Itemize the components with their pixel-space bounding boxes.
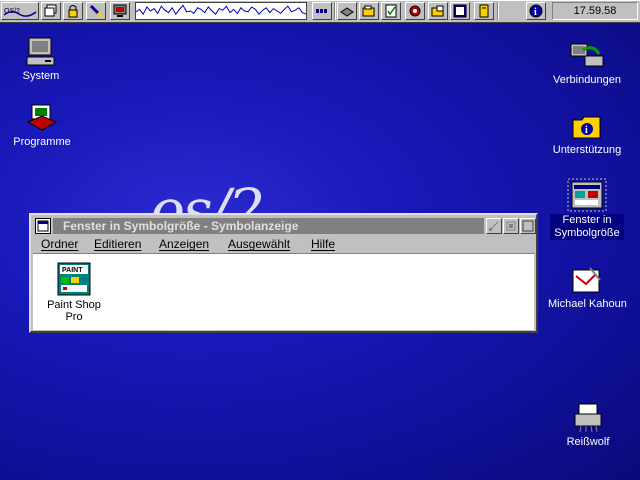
- desktop-icon-verbindungen[interactable]: Verbindungen: [552, 40, 622, 87]
- program-icon-label: Paint Shop Pro: [47, 299, 101, 323]
- menu-bar: Ordner Editieren Anzeigen Ausgewählt Hil…: [33, 236, 534, 253]
- cpu-load-graph: [135, 2, 307, 20]
- os2-logo-button[interactable]: OS/2: [1, 2, 39, 20]
- desktop-icon-system[interactable]: System: [14, 36, 68, 83]
- desktop-icon-label: Programme: [13, 136, 71, 148]
- find-button[interactable]: [86, 2, 106, 20]
- folder-icon: [362, 5, 375, 17]
- desktop-icon-reisswolf[interactable]: Reißwolf: [560, 402, 616, 449]
- help-folder-icon: i: [572, 116, 601, 139]
- documents-button[interactable]: [381, 2, 401, 20]
- window-title: Fenster in Symbolgröße - Symbolanzeige: [53, 218, 484, 234]
- desktop-icon-label-line2: Symbolgröße: [550, 227, 624, 240]
- program-icon-paint-shop-pro[interactable]: PAINT Paint Shop Pro: [39, 262, 109, 323]
- cpu-load-line: [135, 4, 307, 16]
- paint-shop-pro-icon: PAINT: [57, 262, 91, 296]
- program-list-button[interactable]: [450, 2, 470, 20]
- system-menu-button[interactable]: [35, 218, 51, 234]
- desktop-icon-label: Fenster in: [550, 214, 624, 227]
- tray-icon: [316, 9, 327, 13]
- window-icon: [37, 220, 49, 232]
- minimized-window-folder-icon: [567, 178, 607, 212]
- drives-button[interactable]: [337, 2, 357, 20]
- folder-content-area: PAINT Paint Shop Pro: [33, 253, 534, 330]
- menu-anzeigen[interactable]: Anzeigen: [159, 237, 209, 251]
- clock: 17.59.58: [552, 2, 638, 20]
- title-bar[interactable]: Fenster in Symbolgröße - Symbolanzeige: [33, 217, 536, 235]
- desktop-icon-label: Reißwolf: [566, 436, 610, 448]
- window-list-button[interactable]: [41, 2, 61, 20]
- shredder-icon: [574, 403, 602, 433]
- tools-button[interactable]: [405, 2, 425, 20]
- folder-window: Fenster in Symbolgröße - Symbolanzeige O…: [29, 213, 538, 333]
- printer-folder-icon: [431, 5, 444, 17]
- gear-icon: [409, 5, 421, 17]
- menu-ordner[interactable]: Ordner: [41, 237, 78, 251]
- user-desktop-icon: [572, 267, 601, 293]
- os2-logo-icon: OS/2: [3, 8, 37, 17]
- menu-hilfe[interactable]: Hilfe: [311, 237, 335, 251]
- folder-button[interactable]: [359, 2, 379, 20]
- hide-icon: [489, 221, 499, 231]
- svg-text:i: i: [534, 7, 537, 18]
- network-connections-icon: [570, 43, 604, 67]
- desktop-icon-michael-kahoun[interactable]: Michael Kahoun: [548, 266, 627, 311]
- lock-icon: [68, 5, 78, 18]
- notes-button[interactable]: [474, 2, 494, 20]
- desktop-icon-label: Michael Kahoun: [548, 298, 627, 310]
- desktop-icon-programme[interactable]: Programme: [10, 102, 74, 149]
- svg-text:PAINT: PAINT: [62, 267, 83, 274]
- window-list-icon: [44, 4, 57, 17]
- maximize-icon: [522, 220, 534, 232]
- desktop-icon-label: Verbindungen: [553, 74, 621, 86]
- computer-icon: [26, 37, 55, 66]
- restore-button[interactable]: [503, 218, 519, 234]
- hide-button[interactable]: [486, 218, 502, 234]
- flashlight-icon: [89, 4, 103, 18]
- svg-text:i: i: [585, 125, 588, 136]
- desktop-icon-fenster-in-symbolgroesse[interactable]: Fenster in Symbolgröße: [550, 178, 624, 240]
- programs-folder-icon: [26, 104, 58, 131]
- monitor-icon: [113, 4, 127, 17]
- desktop-icon-label: Unterstützung: [552, 144, 622, 156]
- cpu-load-series: [135, 4, 307, 16]
- desktop-icon-label: System: [22, 70, 60, 82]
- menu-editieren[interactable]: Editieren: [94, 237, 141, 251]
- restore-icon: [506, 221, 516, 231]
- taskbar-separator: [497, 2, 499, 20]
- maximize-button[interactable]: [520, 218, 536, 234]
- printer-folder-button[interactable]: [428, 2, 448, 20]
- warpcenter-taskbar: OS/2 i 17.59.58: [0, 0, 640, 23]
- drive-icon: [340, 7, 354, 17]
- help-button[interactable]: i: [526, 2, 546, 20]
- document-check-icon: [385, 4, 397, 18]
- system-monitor-button[interactable]: [110, 2, 130, 20]
- tray-button[interactable]: [312, 2, 332, 20]
- info-globe-icon: i: [529, 4, 543, 18]
- program-list-icon: [453, 4, 467, 18]
- lockup-button[interactable]: [63, 2, 83, 20]
- desktop-icon-unterstuetzung[interactable]: i Unterstützung: [550, 112, 624, 157]
- taskbar-separator: [334, 2, 336, 20]
- notebook-icon: [479, 4, 489, 18]
- menu-ausgewaehlt[interactable]: Ausgewählt: [228, 237, 290, 251]
